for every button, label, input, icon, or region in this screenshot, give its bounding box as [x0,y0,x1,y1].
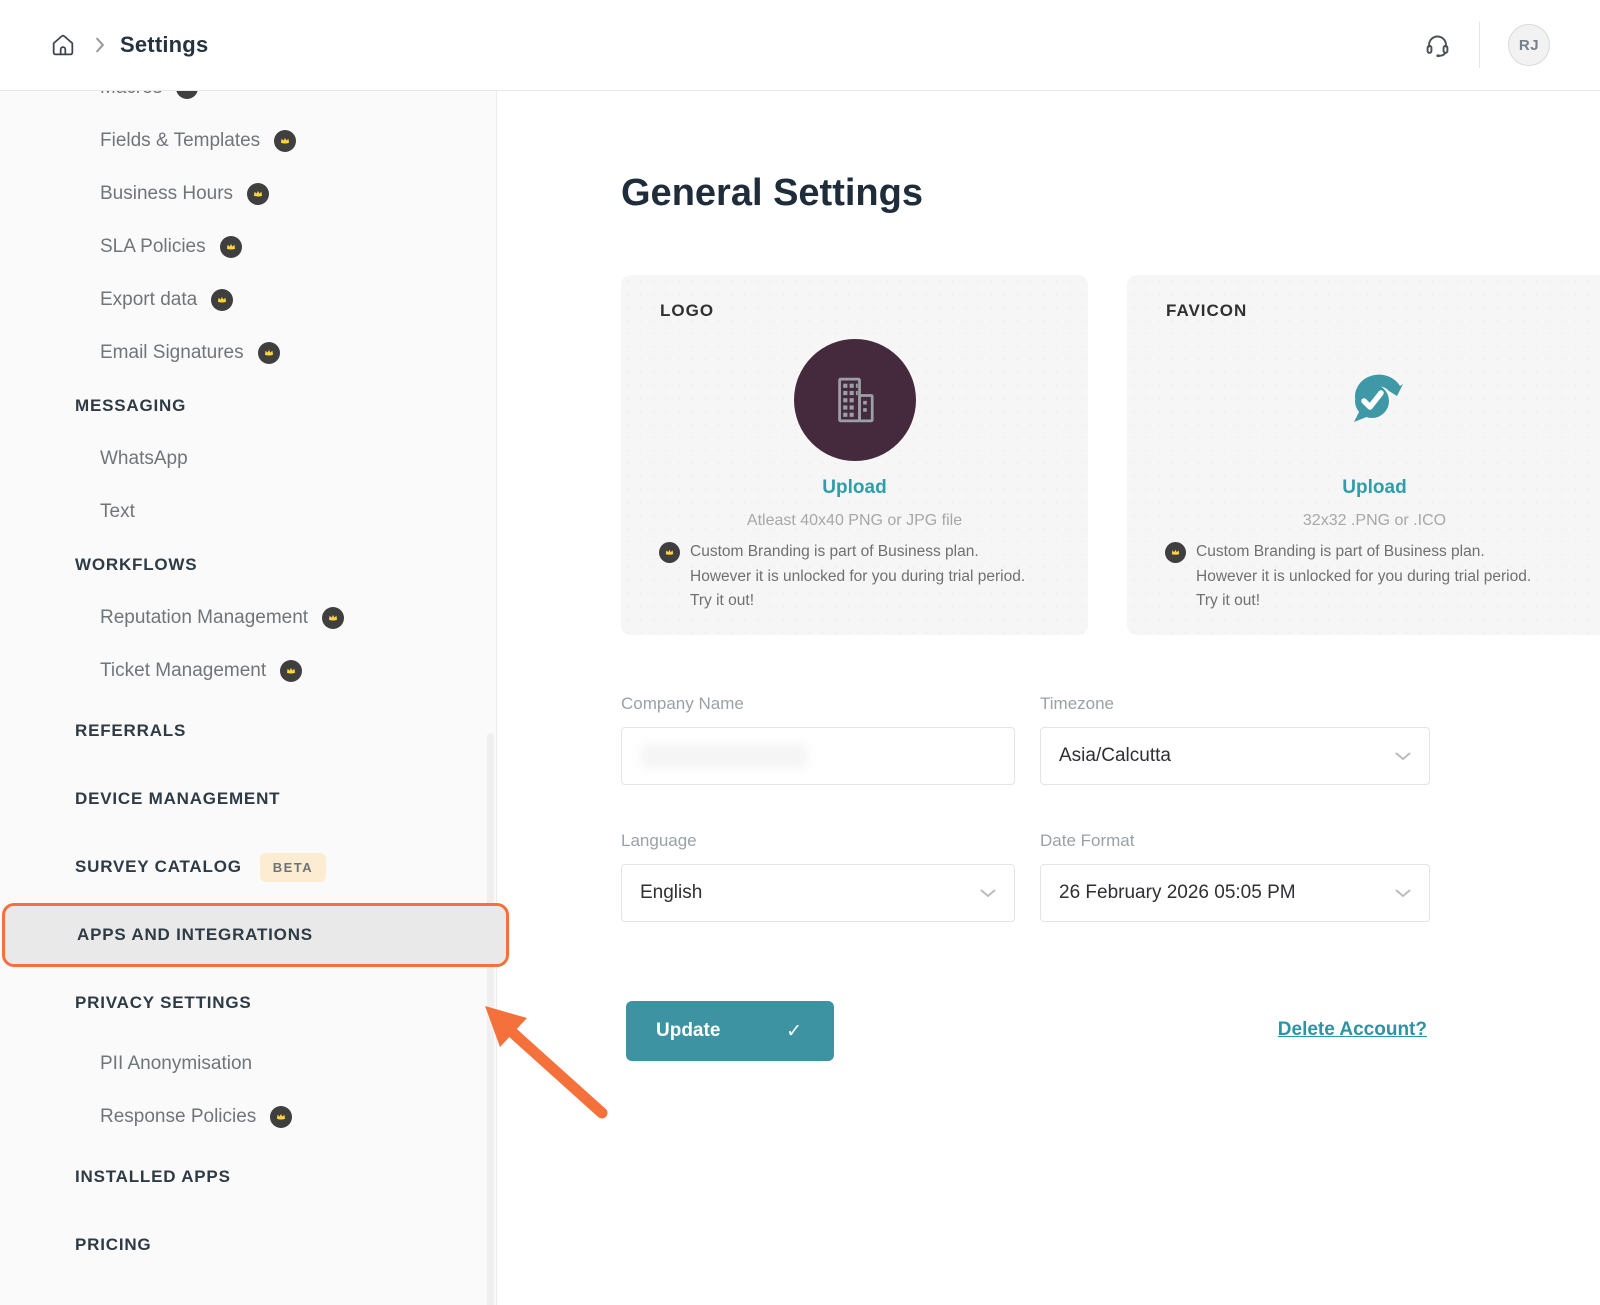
logo-card-label: LOGO [660,301,714,321]
sidebar-scrollbar[interactable] [487,733,494,1305]
sidebar-item-export-data[interactable]: Export data [0,273,496,326]
logo-upload-link[interactable]: Upload [621,477,1088,499]
sidebar-item-apps-and-integrations[interactable]: APPS AND INTEGRATIONS [2,903,509,967]
home-icon[interactable] [48,30,78,60]
crown-icon [220,236,242,258]
sidebar-item-pii-anonymisation[interactable]: PII Anonymisation [0,1037,496,1090]
language-label: Language [621,831,697,851]
favicon-preview[interactable] [1342,363,1408,429]
company-name-label: Company Name [621,694,744,714]
sidebar-item-response-policies[interactable]: Response Policies [0,1090,496,1143]
favicon-branding-note: Custom Branding is part of Business plan… [1165,540,1598,614]
timezone-select[interactable]: Asia/Calcutta [1040,727,1430,785]
user-avatar[interactable]: RJ [1508,24,1550,66]
sidebar-item-survey-catalog[interactable]: SURVEY CATALOG BETA [0,833,496,901]
sidebar-item-device-management[interactable]: DEVICE MANAGEMENT [0,765,496,833]
company-name-redacted-value [640,744,808,768]
date-format-label: Date Format [1040,831,1134,851]
sidebar-item-reputation-management[interactable]: Reputation Management [0,591,496,644]
language-value: English [640,882,702,904]
favicon-card-label: FAVICON [1166,301,1247,321]
sidebar-item-privacy-settings[interactable]: PRIVACY SETTINGS [0,969,496,1037]
sidebar-item-referrals[interactable]: REFERRALS [0,697,496,765]
crown-icon [1165,542,1186,563]
date-format-select[interactable]: 26 February 2026 05:05 PM [1040,864,1430,922]
crown-icon [659,542,680,563]
sidebar-item-text[interactable]: Text [0,485,496,538]
sidebar-item-pricing[interactable]: PRICING [0,1211,496,1279]
logo-card: LOGO Upload Atleast 40x40 PNG or JPG fil… [621,275,1088,635]
crown-icon [280,660,302,682]
crown-icon [270,1106,292,1128]
settings-sidebar: Macros Fields & Templates Business Hours… [0,91,497,1305]
crown-icon [258,342,280,364]
sidebar-item-ticket-management[interactable]: Ticket Management [0,644,496,697]
company-logo-preview[interactable] [794,339,916,461]
sidebar-nav: Macros Fields & Templates Business Hours… [0,61,496,1279]
crown-icon [322,607,344,629]
favicon-upload-hint: 32x32 .PNG or .ICO [1127,512,1600,530]
favicon-card: FAVICON Upload 32x32 .PNG or .ICO Custom… [1127,275,1600,635]
sidebar-item-email-signatures[interactable]: Email Signatures [0,326,496,379]
check-icon: ✓ [786,1020,802,1043]
sparrow-logo-icon [1343,364,1407,428]
sidebar-item-workflows[interactable]: WORKFLOWS [0,538,496,591]
crown-icon [274,130,296,152]
page-title: General Settings [621,172,923,215]
sidebar-item-fields-templates[interactable]: Fields & Templates [0,114,496,167]
sidebar-item-messaging[interactable]: MESSAGING [0,379,496,432]
logo-branding-note: Custom Branding is part of Business plan… [659,540,1064,614]
chevron-down-icon [1395,752,1411,761]
crown-icon [211,289,233,311]
logo-upload-hint: Atleast 40x40 PNG or JPG file [621,512,1088,530]
page-breadcrumb-title: Settings [120,32,208,58]
beta-badge: BETA [260,853,326,882]
date-format-value: 26 February 2026 05:05 PM [1059,882,1296,904]
timezone-value: Asia/Calcutta [1059,745,1171,767]
breadcrumb-chevron-icon [94,37,106,53]
chevron-down-icon [1395,889,1411,898]
crown-icon [247,183,269,205]
top-bar: Settings RJ [0,0,1600,91]
update-button[interactable]: Update ✓ [626,1001,834,1061]
language-select[interactable]: English [621,864,1015,922]
delete-account-link[interactable]: Delete Account? [1277,1019,1427,1041]
support-headset-icon[interactable] [1422,30,1452,60]
sidebar-item-business-hours[interactable]: Business Hours [0,167,496,220]
building-icon [826,371,884,429]
timezone-label: Timezone [1040,694,1114,714]
sidebar-item-installed-apps[interactable]: INSTALLED APPS [0,1143,496,1211]
company-name-input[interactable] [621,727,1015,785]
sidebar-item-whatsapp[interactable]: WhatsApp [0,432,496,485]
sidebar-item-sla-policies[interactable]: SLA Policies [0,220,496,273]
chevron-down-icon [980,889,996,898]
header-divider [1479,22,1480,68]
favicon-upload-link[interactable]: Upload [1127,477,1600,499]
